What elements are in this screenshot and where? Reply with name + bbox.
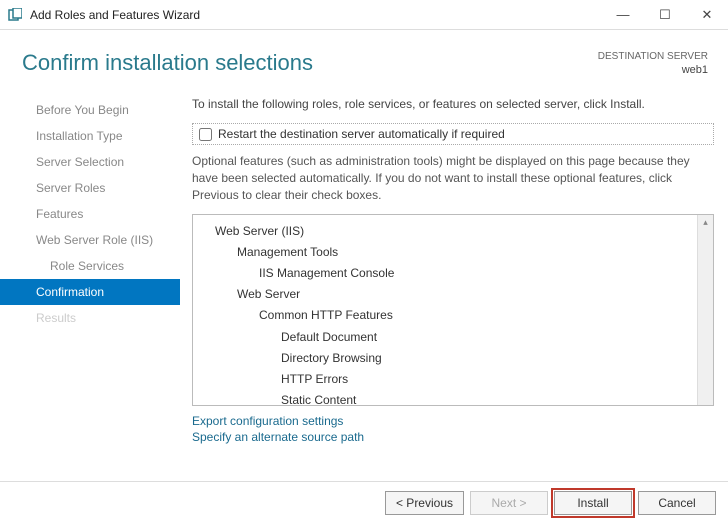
selections-box: Web Server (IIS) Management Tools IIS Ma… [192, 214, 714, 406]
nav-results: Results [0, 305, 180, 331]
nav-web-server-role[interactable]: Web Server Role (IIS) [0, 227, 180, 253]
tree-item: Common HTTP Features [207, 307, 693, 323]
links-area: Export configuration settings Specify an… [192, 414, 714, 444]
restart-checkbox-label: Restart the destination server automatic… [218, 127, 505, 141]
nav-installation-type[interactable]: Installation Type [0, 123, 180, 149]
page-header: Confirm installation selections DESTINAT… [0, 30, 728, 85]
alt-source-link[interactable]: Specify an alternate source path [192, 430, 714, 444]
page-title: Confirm installation selections [22, 50, 598, 76]
close-button[interactable]: ✕ [686, 0, 728, 30]
window-title: Add Roles and Features Wizard [30, 8, 602, 22]
tree-item: Web Server (IIS) [207, 223, 693, 239]
tree-item: IIS Management Console [207, 265, 693, 281]
tree-item: HTTP Errors [207, 371, 693, 387]
scrollbar[interactable]: ▴ [697, 215, 713, 405]
optional-note: Optional features (such as administratio… [192, 153, 714, 203]
intro-text: To install the following roles, role ser… [192, 97, 714, 111]
destination-server: web1 [598, 63, 708, 77]
wizard-nav: Before You Begin Installation Type Serve… [0, 89, 180, 481]
maximize-button[interactable]: ☐ [644, 0, 686, 30]
content-area: To install the following roles, role ser… [180, 89, 714, 481]
nav-server-selection[interactable]: Server Selection [0, 149, 180, 175]
nav-server-roles[interactable]: Server Roles [0, 175, 180, 201]
tree-item: Directory Browsing [207, 350, 693, 366]
cancel-button[interactable]: Cancel [638, 491, 716, 515]
restart-checkbox[interactable] [199, 128, 212, 141]
app-icon [8, 7, 24, 23]
tree-item: Static Content [207, 392, 693, 405]
button-bar: < Previous Next > Install Cancel [0, 481, 728, 523]
selections-tree[interactable]: Web Server (IIS) Management Tools IIS Ma… [193, 215, 713, 405]
minimize-button[interactable]: — [602, 0, 644, 30]
export-link[interactable]: Export configuration settings [192, 414, 714, 428]
install-button[interactable]: Install [554, 491, 632, 515]
nav-role-services[interactable]: Role Services [0, 253, 180, 279]
scroll-up-icon[interactable]: ▴ [698, 215, 713, 231]
nav-features[interactable]: Features [0, 201, 180, 227]
tree-item: Management Tools [207, 244, 693, 260]
title-bar: Add Roles and Features Wizard — ☐ ✕ [0, 0, 728, 30]
nav-before-you-begin[interactable]: Before You Begin [0, 97, 180, 123]
tree-item: Default Document [207, 329, 693, 345]
previous-button[interactable]: < Previous [385, 491, 464, 515]
next-button: Next > [470, 491, 548, 515]
restart-checkbox-row[interactable]: Restart the destination server automatic… [192, 123, 714, 145]
destination-label: DESTINATION SERVER [598, 50, 708, 63]
nav-confirmation[interactable]: Confirmation [0, 279, 180, 305]
tree-item: Web Server [207, 286, 693, 302]
destination-info: DESTINATION SERVER web1 [598, 50, 708, 77]
